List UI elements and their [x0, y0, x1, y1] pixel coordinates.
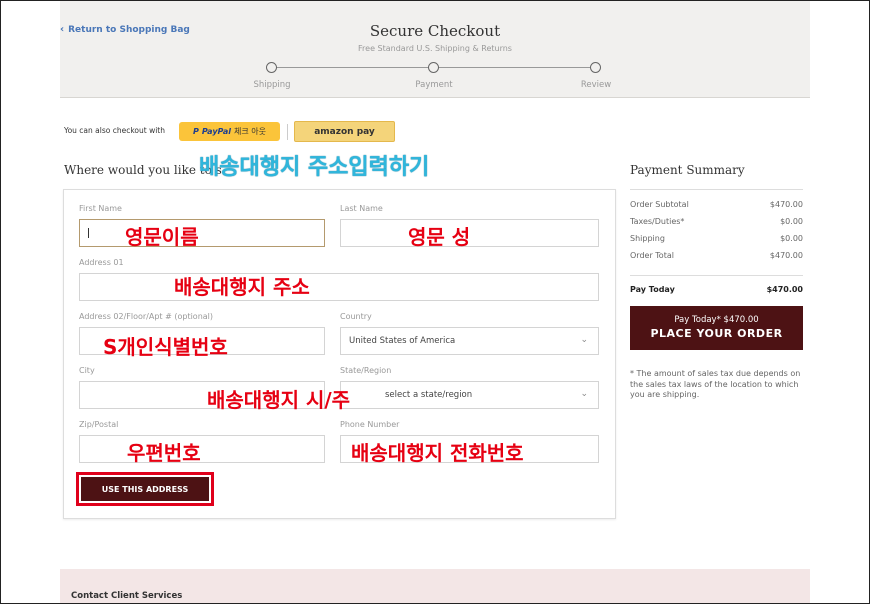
- summary-row: Shipping $0.00: [630, 234, 803, 243]
- summary-row-value: $0.00: [780, 217, 803, 226]
- country-select[interactable]: United States of America ⌄: [340, 327, 599, 355]
- divider: [630, 275, 803, 276]
- place-order-button[interactable]: Pay Today* $470.00 PLACE YOUR ORDER: [630, 306, 803, 350]
- pay-today-value: $470.00: [766, 285, 803, 294]
- city-label: City: [79, 366, 95, 375]
- annotation-zip: 우편번호: [127, 441, 201, 465]
- pay-today-row: Pay Today $470.00: [630, 285, 803, 294]
- paypal-brand: PayPal: [201, 127, 232, 136]
- summary-row: Order Total $470.00: [630, 251, 803, 260]
- page-title: Secure Checkout: [369, 22, 501, 40]
- page-subtitle: Free Standard U.S. Shipping & Returns: [358, 44, 512, 53]
- state-value: select a state/region: [385, 390, 473, 400]
- use-this-address-button[interactable]: USE THIS ADDRESS: [76, 472, 214, 506]
- alt-checkout-text: You can also checkout with: [64, 126, 165, 135]
- summary-row: Taxes/Duties* $0.00: [630, 217, 803, 226]
- summary-row-label: Order Subtotal: [630, 200, 689, 209]
- step-review-label: Review: [580, 80, 612, 90]
- state-select[interactable]: select a state/region ⌄: [340, 381, 599, 409]
- first-name-label: First Name: [79, 204, 122, 213]
- use-this-address-label: USE THIS ADDRESS: [81, 477, 209, 501]
- zip-input[interactable]: [79, 435, 325, 463]
- tax-note: * The amount of sales tax due depends on…: [630, 369, 801, 399]
- annotation-address2: S개인식별번호: [103, 335, 228, 359]
- summary-row-value: $0.00: [780, 234, 803, 243]
- divider: [287, 124, 288, 140]
- step-payment-label: Payment: [415, 80, 453, 90]
- first-name-input[interactable]: [79, 219, 325, 247]
- summary-row-label: Taxes/Duties*: [630, 217, 685, 226]
- step-payment-dot: [428, 62, 439, 73]
- chevron-down-icon: ⌄: [580, 335, 588, 345]
- payment-summary-title: Payment Summary: [630, 163, 745, 177]
- phone-label: Phone Number: [340, 420, 400, 429]
- address2-label: Address 02/Floor/Apt # (optional): [79, 312, 214, 321]
- zip-label: Zip/Postal: [79, 420, 119, 429]
- step-shipping-dot: [266, 62, 277, 73]
- annotation-first-name: 영문이름: [125, 225, 199, 249]
- summary-row-label: Shipping: [630, 234, 665, 243]
- country-label: Country: [340, 312, 372, 321]
- summary-row-value: $470.00: [769, 200, 803, 209]
- annotation-address1: 배송대행지 주소: [174, 275, 310, 299]
- step-review-dot: [590, 62, 601, 73]
- state-label: State/Region: [340, 366, 392, 375]
- place-order-label: PLACE YOUR ORDER: [650, 327, 783, 340]
- pay-today-label: Pay Today: [630, 285, 675, 294]
- place-order-subtext: Pay Today* $470.00: [674, 315, 759, 325]
- chevron-down-icon: ⌄: [580, 389, 588, 399]
- step-shipping-label: Shipping: [253, 80, 291, 90]
- paypal-checkout-button[interactable]: P PayPal 체크 아웃: [179, 122, 280, 141]
- annotation-heading: 배송대행지 주소입력하기: [199, 155, 430, 180]
- address1-input[interactable]: [79, 273, 599, 301]
- paypal-cta: 체크 아웃: [234, 127, 267, 136]
- annotation-last-name: 영문 성: [408, 225, 471, 249]
- last-name-label: Last Name: [340, 204, 383, 213]
- text-caret: [88, 228, 89, 238]
- divider: [630, 189, 803, 190]
- summary-row: Order Subtotal $470.00: [630, 200, 803, 209]
- contact-client-services-link[interactable]: Contact Client Services: [71, 591, 182, 601]
- amazon-pay-button[interactable]: amazon pay: [294, 121, 395, 142]
- summary-row-value: $470.00: [769, 251, 803, 260]
- address1-label: Address 01: [79, 258, 124, 267]
- annotation-phone: 배송대행지 전화번호: [351, 441, 524, 465]
- annotation-city-state: 배송대행지 시/주: [207, 388, 351, 412]
- summary-row-label: Order Total: [630, 251, 674, 260]
- country-value: United States of America: [349, 336, 456, 346]
- paypal-logo-icon: P: [192, 127, 199, 136]
